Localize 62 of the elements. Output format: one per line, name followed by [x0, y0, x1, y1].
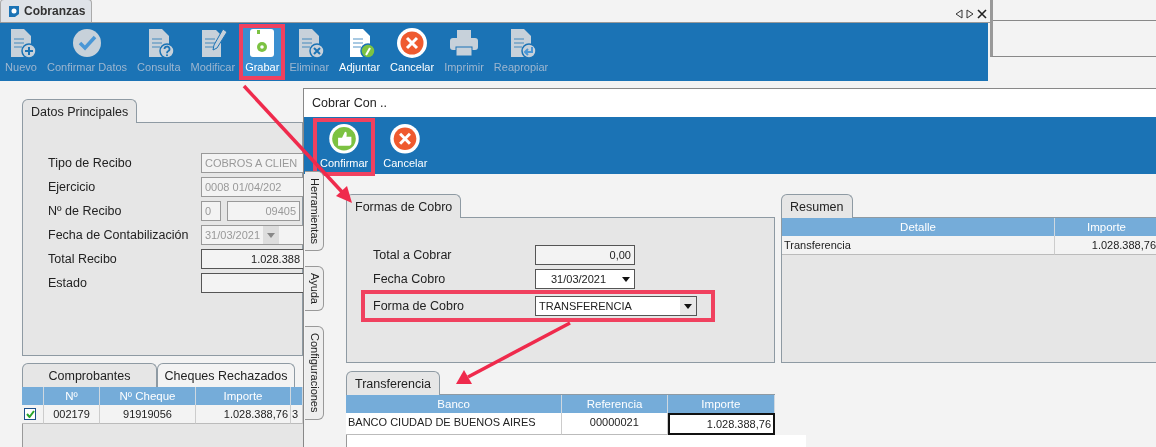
tab[interactable]: Cheques Rechazados [157, 363, 295, 387]
text-field[interactable] [201, 273, 304, 293]
table-header [291, 387, 303, 405]
column-header: Importe [1055, 218, 1156, 236]
previous-icon[interactable] [955, 9, 963, 19]
field-label: Total Recibo [48, 250, 118, 268]
printer-icon [448, 27, 480, 59]
column-header: Nº Cheque [100, 387, 196, 405]
table-cell: 002179 [44, 405, 100, 424]
column-header: Banco [346, 395, 563, 413]
column-header: Detalle [782, 218, 1055, 236]
table-cell: Transferencia [782, 236, 1055, 255]
table-cell: 3 [291, 405, 303, 424]
column-header: Importe [667, 395, 775, 413]
toolbar-button[interactable]: Adjuntar [334, 25, 386, 79]
cancel-icon [396, 27, 429, 59]
thumbs-up-icon [328, 123, 361, 155]
table-header [22, 387, 44, 405]
table-cell: 00000021 [562, 413, 668, 435]
checkmark-icon [71, 27, 104, 59]
field-value: 31/03/2021 [205, 228, 261, 243]
field-label: Total a Cobrar [373, 246, 453, 264]
table-cell: BANCO CIUDAD DE BUENOS AIRES [346, 413, 563, 435]
dialog-title: Cobrar Con .. [304, 89, 1156, 117]
field-value: 31/03/2021 [550, 272, 607, 287]
panel-tab[interactable]: Formas de Cobro [346, 194, 462, 218]
toolbar-button[interactable]: Cancelar [377, 119, 434, 175]
dropdown-field[interactable]: 31/03/2021 [535, 269, 635, 289]
text-field[interactable]: 0,00 [535, 245, 635, 265]
app-logo-icon [7, 4, 21, 18]
side-tab[interactable]: Ayuda [305, 266, 324, 312]
toolbar-button[interactable]: Grabar [240, 25, 285, 79]
panel-tab[interactable]: Datos Principales [22, 99, 138, 123]
field-label: Forma de Cobro [373, 297, 465, 315]
close-icon[interactable] [977, 9, 987, 19]
field-label: Fecha de Contabilización [48, 226, 190, 244]
panel-tab[interactable]: Resumen [781, 194, 853, 218]
column-header: Referencia [562, 395, 668, 413]
table-cell: 91919056 [100, 405, 196, 424]
side-tab[interactable]: Herramientas [305, 171, 324, 252]
table-cell: 1.028.388,76 [196, 405, 291, 424]
field-value: TRANSFERENCIA [539, 299, 632, 314]
cancel-icon [389, 123, 422, 155]
table-cell[interactable]: 1.028.388,76 [667, 413, 775, 435]
window-title: Cobranzas [24, 3, 86, 20]
table-cell: 1.028.388,76 [1055, 236, 1156, 255]
side-tab[interactable]: Configuraciones [305, 326, 324, 420]
field-label: Fecha Cobro [373, 270, 447, 288]
text-field[interactable]: 1.028.388 [201, 249, 304, 269]
field-label: Estado [48, 274, 88, 292]
panel-tab[interactable]: Transferencia [346, 371, 440, 395]
field-label: Ejercicio [48, 178, 97, 196]
column-header: Nº [44, 387, 100, 405]
field-label: Nº de Recibo [48, 202, 123, 220]
toolbar-button[interactable]: Cancelar [385, 25, 440, 79]
checkbox[interactable] [24, 408, 36, 420]
window-tab[interactable]: Cobranzas [0, 0, 93, 22]
column-header: Importe [196, 387, 291, 405]
tab[interactable]: Comprobantes [22, 363, 157, 387]
dropdown-field[interactable]: TRANSFERENCIA [535, 296, 697, 316]
next-icon[interactable] [966, 9, 974, 19]
field-label: Tipo de Recibo [48, 154, 133, 172]
